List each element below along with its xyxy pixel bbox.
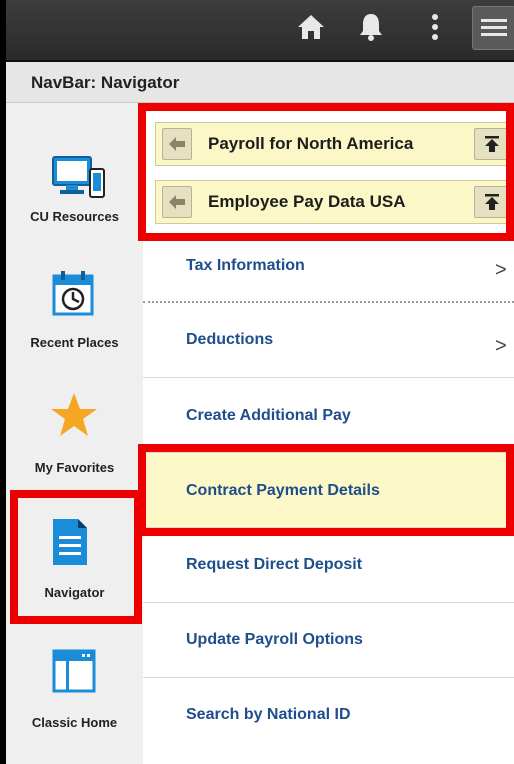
nav-item-label: Request Direct Deposit [186,556,363,573]
chevron-right-icon: > [495,259,507,281]
chevron-right-icon: > [495,335,507,357]
navbar-header: NavBar: Navigator [6,62,514,103]
collapse-to-top-button[interactable] [474,128,510,160]
breadcrumb-employee-pay-data-usa[interactable]: Employee Pay Data USA [155,180,514,224]
tile-label: My Favorites [34,460,115,475]
nav-item-search-by-national-id[interactable]: Search by National ID [143,678,514,752]
nav-item-label: Contract Payment Details [186,482,380,499]
window-icon [52,649,96,693]
nav-item-tax-information[interactable]: Tax Information > [143,229,514,303]
breadcrumb-label: Employee Pay Data USA [208,192,406,211]
tile-label: Recent Places [30,335,119,350]
breadcrumb-payroll-north-america[interactable]: Payroll for North America [155,122,514,166]
tile-classic-home[interactable]: Classic Home [6,603,143,730]
navbar-tile-column: CU Resources Recent Places My Favorites … [6,103,144,764]
nav-item-label: Deductions [186,331,274,348]
nav-item-label: Update Payroll Options [186,631,363,648]
tile-label: Navigator [44,585,105,600]
nav-item-label: Tax Information [186,257,305,274]
page-title: NavBar: Navigator [31,73,180,92]
calendar-clock-icon [52,271,94,316]
breadcrumb-label: Payroll for North America [208,134,414,153]
tile-my-favorites[interactable]: My Favorites [6,353,143,475]
collapse-to-top-button[interactable] [474,186,510,218]
back-button[interactable] [162,186,192,218]
nav-item-request-direct-deposit[interactable]: Request Direct Deposit [143,528,514,603]
top-header-bar [6,0,514,62]
arrow-left-icon [169,137,185,151]
nav-item-update-payroll-options[interactable]: Update Payroll Options [143,603,514,678]
tile-recent-places[interactable]: Recent Places [6,228,143,350]
document-icon [53,519,87,565]
nav-item-contract-payment-details[interactable]: Contract Payment Details [143,453,514,528]
devices-icon [52,156,105,198]
tile-navigator[interactable]: Navigator [6,478,143,600]
back-button[interactable] [162,128,192,160]
navbar-menu-icon[interactable] [472,6,514,50]
nav-item-deductions[interactable]: Deductions > [143,303,514,378]
tile-label: CU Resources [30,209,119,224]
bell-icon[interactable] [354,10,388,44]
tile-label: Classic Home [31,715,118,730]
more-options-icon[interactable] [418,10,452,44]
nav-item-label: Search by National ID [186,706,351,723]
home-icon[interactable] [294,10,328,44]
star-icon [51,393,97,436]
arrow-to-top-icon [485,136,499,152]
nav-item-label: Create Additional Pay [186,407,351,424]
arrow-to-top-icon [485,194,499,210]
nav-item-create-additional-pay[interactable]: Create Additional Pay [143,378,514,453]
arrow-left-icon [169,195,185,209]
tile-cu-resources[interactable]: CU Resources [6,103,143,224]
